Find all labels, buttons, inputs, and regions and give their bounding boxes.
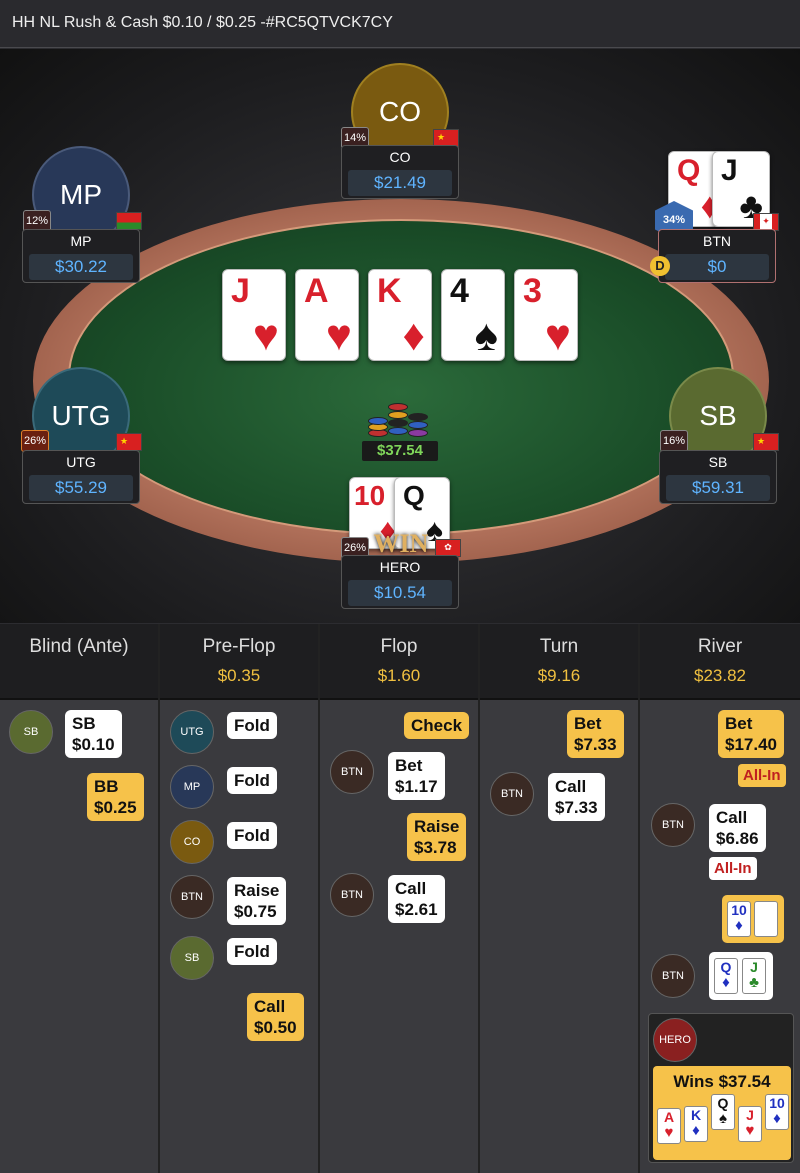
player-name: BTN — [703, 233, 731, 249]
street-header[interactable]: River $23.82 — [640, 624, 800, 700]
action-bubble-hero: Bet $17.40 — [718, 710, 784, 758]
position-chip-mp: MP — [170, 765, 214, 809]
action-bubble: Call $7.33 — [548, 773, 605, 821]
street-header[interactable]: Blind (Ante) — [0, 624, 158, 700]
card-suit-icon: ♥ — [544, 311, 571, 360]
stat-badge-sb: 16% — [660, 430, 688, 452]
action-bubble-hero: Raise $3.78 — [407, 813, 467, 861]
action-bubble: Fold — [227, 767, 277, 794]
board-card: 4 ♠ — [441, 269, 505, 361]
stat-badge-utg: 26% — [21, 430, 49, 452]
action-bubble-hero: Bet $7.33 — [567, 710, 624, 758]
player-stack: $55.29 — [29, 475, 133, 501]
pot-chips-icon — [362, 399, 436, 443]
position-chip-btn: BTN — [330, 873, 374, 917]
action-bubble: Call $6.86 — [709, 804, 766, 852]
street-column-turn: Turn $9.16 — [480, 624, 640, 1173]
position-chip-btn: BTN — [490, 772, 534, 816]
card-10-diamonds: 10 ♦ — [727, 901, 751, 937]
position-chip-btn: BTN — [330, 750, 374, 794]
card-q-diamonds: Q ♦ — [714, 958, 738, 994]
card-j-clubs: J ♣ — [742, 958, 766, 994]
wins-label: Wins $37.54 — [673, 1072, 771, 1091]
position-chip-sb: SB — [170, 936, 214, 980]
player-name: SB — [708, 454, 728, 470]
position-chip-btn: BTN — [651, 803, 695, 847]
nameplate-hero[interactable]: HERO $10.54 — [341, 555, 459, 609]
best-hand-card: A ♥ — [657, 1108, 681, 1144]
flag-icon-sb: ★ — [753, 433, 779, 451]
card-rank: A — [304, 272, 329, 310]
player-stack: $10.54 — [348, 580, 452, 606]
card-suit-icon: ♥ — [252, 311, 279, 360]
position-chip-co: CO — [170, 820, 214, 864]
best-hand-card: Q ♠ — [711, 1094, 735, 1130]
all-in-badge: All-In — [738, 764, 786, 787]
position-chip-utg: UTG — [170, 710, 214, 754]
action-bubble: Call $2.61 — [388, 875, 445, 923]
nameplate-sb[interactable]: SB $59.31 — [659, 450, 777, 504]
player-stack: $0 — [665, 254, 769, 280]
board-card: K ♦ — [368, 269, 432, 361]
btn-shown-cards: Q ♦ J ♣ — [709, 952, 773, 1000]
board-card: 3 ♥ — [514, 269, 578, 361]
flag-icon-mp — [116, 212, 142, 230]
position-chip-btn: BTN — [651, 954, 695, 998]
street-header[interactable]: Flop $1.60 — [320, 624, 478, 700]
board-card: J ♥ — [222, 269, 286, 361]
nameplate-btn[interactable]: BTN $0 — [658, 229, 776, 283]
card-rank: J — [231, 272, 250, 310]
card-rank: 3 — [523, 272, 542, 310]
winner-box: HERO Wins $37.54 A ♥ K ♦ Q ♠ J ♥ 10 ♦ — [648, 1013, 794, 1163]
player-name: CO — [389, 149, 411, 165]
position-chip-sb: SB — [9, 710, 53, 754]
action-bubble-hero: BB $0.25 — [87, 773, 144, 821]
pot-amount: $37.54 — [362, 441, 438, 461]
street-header[interactable]: Turn $9.16 — [480, 624, 638, 700]
action-bubble-hero: Check — [404, 712, 470, 739]
action-bubble: Fold — [227, 712, 277, 739]
action-bubble: Fold — [227, 938, 277, 965]
action-bubble: SB $0.10 — [65, 710, 122, 758]
board-card: A ♥ — [295, 269, 359, 361]
best-hand-card: K ♦ — [684, 1106, 708, 1142]
best-hand-card: 10 ♦ — [765, 1094, 789, 1130]
action-bubble-hero: Call $0.50 — [247, 993, 304, 1041]
position-chip-hero: HERO — [653, 1018, 697, 1062]
card-suit-icon: ♦ — [402, 311, 425, 360]
hero-shown-cards: 10 ♦ Q ♠ — [722, 895, 784, 943]
player-stack: $30.22 — [29, 254, 133, 280]
action-bubble: Bet $1.17 — [388, 752, 445, 800]
player-name: HERO — [379, 559, 421, 575]
player-name: MP — [70, 233, 92, 249]
nameplate-co[interactable]: CO $21.49 — [341, 145, 459, 199]
window-title: HH NL Rush & Cash $0.10 / $0.25 -#RC5QTV… — [0, 0, 800, 48]
card-suit-icon: ♥ — [325, 311, 352, 360]
dealer-button-icon: D — [650, 256, 670, 276]
flag-icon-utg: ★ — [116, 433, 142, 451]
player-stack: $21.49 — [348, 170, 452, 196]
street-header[interactable]: Pre-Flop $0.35 — [160, 624, 318, 700]
action-bubble: Fold — [227, 822, 277, 849]
card-rank: K — [377, 272, 402, 310]
card-rank: 4 — [450, 272, 469, 310]
best-hand-card: J ♥ — [738, 1106, 762, 1142]
nameplate-mp[interactable]: MP $30.22 — [22, 229, 140, 283]
position-chip-btn: BTN — [170, 875, 214, 919]
card-suit-icon: ♠ — [474, 311, 498, 360]
nameplate-utg[interactable]: UTG $55.29 — [22, 450, 140, 504]
player-stack: $59.31 — [666, 475, 770, 501]
poker-table-area: CO 14% ★ CO $21.49 MP 12% MP $30.22 Q ♦ … — [0, 49, 800, 623]
player-name: UTG — [66, 454, 96, 470]
card-q-spades: Q ♠ — [754, 901, 778, 937]
all-in-badge: All-In — [709, 857, 757, 880]
winner-summary: Wins $37.54 A ♥ K ♦ Q ♠ J ♥ 10 ♦ — [653, 1066, 791, 1160]
street-column-blind: Blind (Ante) — [0, 624, 160, 1173]
action-bubble: Raise $0.75 — [227, 877, 287, 925]
